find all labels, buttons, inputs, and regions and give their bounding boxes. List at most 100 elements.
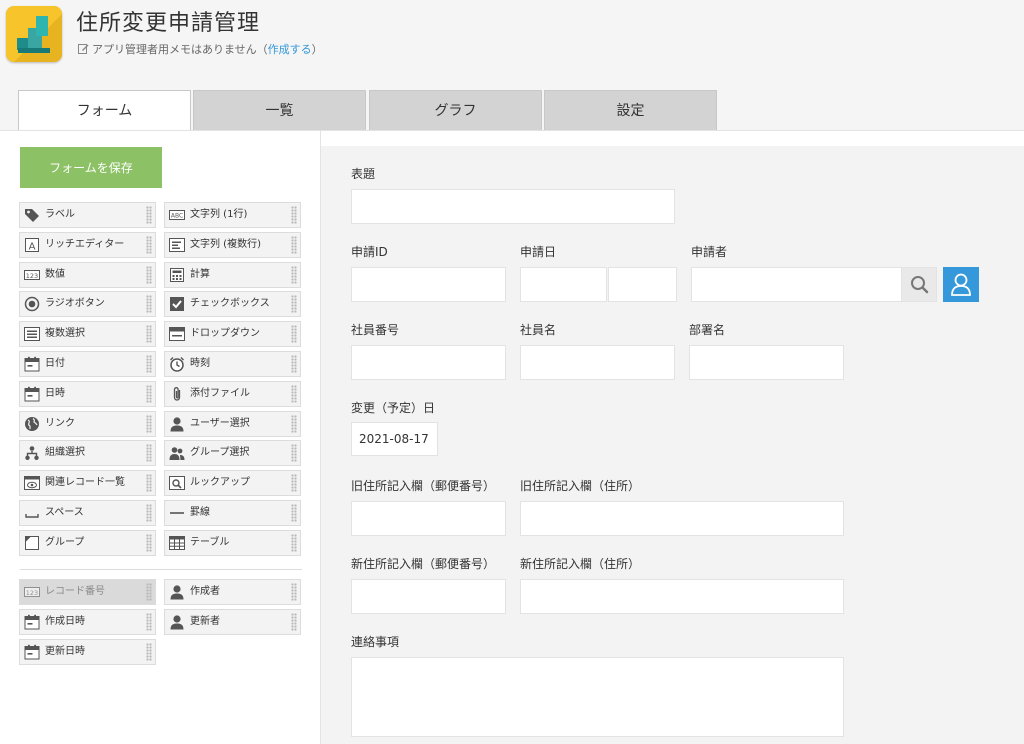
drag-handle-icon[interactable] [291,504,297,522]
title-input[interactable] [351,189,675,224]
request-date-input[interactable] [520,267,607,302]
palette-field-lookup[interactable]: ルックアップ [164,470,301,497]
palette-field-calendar[interactable]: 更新日時 [19,639,156,665]
request-id-input[interactable] [351,267,506,302]
palette-field-org[interactable]: 組織選択 [19,440,156,467]
palette-field-label: テーブル [190,536,230,548]
employee-name-input[interactable] [520,345,675,380]
drag-handle-icon[interactable] [291,235,297,254]
palette-field-space[interactable]: スペース [19,500,156,526]
calendar-icon [24,644,40,660]
search-icon [911,276,929,294]
palette-field-user[interactable]: ユーザー選択 [164,410,301,437]
palette-field-multiline-text[interactable]: 文字列 (複数行) [164,231,301,258]
drag-handle-icon[interactable] [146,355,152,373]
drag-handle-icon[interactable] [291,533,297,552]
drag-handle-icon[interactable] [291,384,297,403]
drag-handle-icon[interactable] [291,206,297,224]
palette-field-multi-select[interactable]: 複数選択 [19,321,156,348]
drag-handle-icon[interactable] [291,325,297,344]
palette-field-abc[interactable]: ABC 文字列 (1行) [164,202,301,228]
drag-handle-icon[interactable] [146,533,152,552]
drag-handle-icon[interactable] [146,414,152,433]
palette-field-calculator[interactable]: 計算 [164,261,301,288]
line-icon [169,505,185,521]
label-notes: 連絡事項 [351,635,400,649]
tab-settings[interactable]: 設定 [544,90,717,131]
drag-handle-icon[interactable] [291,613,297,631]
drag-handle-icon[interactable] [146,504,152,522]
notes-textarea[interactable] [351,657,844,737]
palette-field-paperclip[interactable]: 添付ファイル [164,380,301,407]
org-icon [24,445,40,461]
palette-field-radio[interactable]: ラジオボタン [19,291,156,318]
drag-handle-icon[interactable] [291,355,297,373]
employee-no-input[interactable] [351,345,506,380]
palette-field-table[interactable]: テーブル [164,529,301,556]
number-icon: 123 [24,267,40,283]
drag-handle-icon[interactable] [146,295,152,314]
new-address-input[interactable] [520,579,844,614]
save-form-button[interactable]: フォームを保存 [20,147,162,188]
palette-field-rich-text[interactable]: A リッチエディター [19,231,156,258]
drag-handle-icon[interactable] [291,474,297,493]
drag-handle-icon[interactable] [146,384,152,403]
drag-handle-icon[interactable] [146,444,152,463]
change-date-input[interactable]: 2021-08-17 [351,422,438,456]
palette-field-related-records[interactable]: 関連レコード一覧 [19,470,156,497]
new-zip-input[interactable] [351,579,506,614]
drag-handle-icon[interactable] [291,444,297,463]
drag-handle-icon[interactable] [146,235,152,254]
drag-handle-icon[interactable] [146,613,152,631]
palette-field-line[interactable]: 罫線 [164,500,301,526]
palette-field-user[interactable]: 作成者 [164,579,301,605]
calendar-icon [24,386,40,402]
drag-handle-icon[interactable] [291,414,297,433]
label-request-id: 申請ID [351,245,388,259]
label-change-date: 変更（予定）日 [351,401,436,415]
old-address-input[interactable] [520,501,844,536]
drag-handle-icon[interactable] [146,474,152,493]
number-icon: 123 [24,584,40,600]
drag-handle-icon[interactable] [291,265,297,284]
memo-text: アプリ管理者用メモはありません（ [92,43,268,56]
calendar-icon [24,614,40,630]
palette-field-tag[interactable]: ラベル [19,202,156,228]
tab-graph[interactable]: グラフ [369,90,542,131]
drag-handle-icon[interactable] [146,206,152,224]
palette-field-calendar[interactable]: 日付 [19,351,156,377]
palette-field-number[interactable]: 123 数値 [19,261,156,288]
applicant-input[interactable] [691,267,902,302]
department-input[interactable] [689,345,844,380]
palette-field-group-box[interactable]: グループ [19,529,156,556]
palette-field-dropdown[interactable]: ドロップダウン [164,321,301,348]
palette-field-clock[interactable]: 時刻 [164,351,301,377]
checkbox-icon [169,296,185,312]
user-icon [169,416,185,432]
drag-handle-icon[interactable] [146,265,152,284]
create-memo-link[interactable]: 作成する [268,43,312,56]
applicant-search-button[interactable] [901,267,937,302]
palette-field-calendar[interactable]: 作成日時 [19,609,156,635]
drag-handle-icon[interactable] [146,643,152,661]
drag-handle-icon[interactable] [291,583,297,601]
palette-field-label: 作成者 [190,586,220,597]
tab-form[interactable]: フォーム [18,90,191,131]
palette-field-label: 罫線 [190,507,210,518]
drag-handle-icon[interactable] [146,583,152,601]
tag-icon [24,207,40,223]
palette-field-calendar[interactable]: 日時 [19,380,156,407]
tab-list[interactable]: 一覧 [193,90,366,131]
old-zip-input[interactable] [351,501,506,536]
palette-field-checkbox[interactable]: チェックボックス [164,291,301,318]
palette-field-user[interactable]: 更新者 [164,609,301,635]
drag-handle-icon[interactable] [146,325,152,344]
palette-field-globe[interactable]: リンク [19,410,156,437]
applicant-user-picker-button[interactable] [943,267,979,302]
palette-field-label: 日付 [45,358,65,369]
drag-handle-icon[interactable] [291,295,297,314]
request-time-input[interactable] [608,267,677,302]
palette-field-number[interactable]: 123 レコード番号 [19,579,156,605]
palette-field-group[interactable]: グループ選択 [164,440,301,467]
user-icon [169,584,185,600]
